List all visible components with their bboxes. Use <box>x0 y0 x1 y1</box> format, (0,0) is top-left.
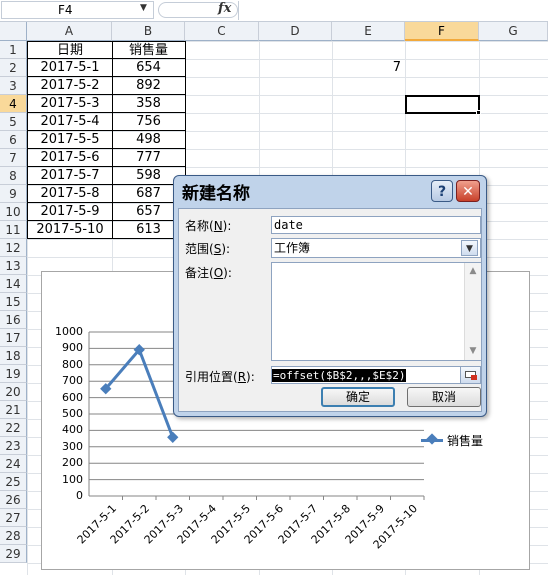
name-input[interactable]: date <box>271 216 481 234</box>
name-label: 名称(N): <box>185 219 232 233</box>
y-tick-label: 900 <box>62 341 83 355</box>
dialog-title: 新建名称 <box>182 184 250 204</box>
dialog-body: 名称(N): date 范围(S): 工作簿 ▼ 备注(O): ▲ ▼ 引用位置… <box>178 208 482 412</box>
scroll-down-icon[interactable]: ▼ <box>465 343 481 359</box>
scroll-up-icon[interactable]: ▲ <box>465 263 481 279</box>
scope-select[interactable]: 工作簿 ▼ <box>271 238 481 258</box>
y-tick-label: 600 <box>62 390 83 404</box>
comment-textarea[interactable]: ▲ ▼ <box>271 262 481 361</box>
data-point <box>167 431 179 443</box>
scope-value: 工作簿 <box>274 241 311 255</box>
collapse-dialog-button[interactable] <box>460 366 481 384</box>
y-tick-label: 200 <box>62 456 83 470</box>
y-tick-label: 800 <box>62 357 83 371</box>
y-tick-label: 400 <box>62 423 83 437</box>
scope-label: 范围(S): <box>185 242 231 256</box>
range-select-icon-arrow <box>471 375 477 380</box>
new-name-dialog: 新建名称 ? ✕ 名称(N): date 范围(S): 工作簿 ▼ 备注(O):… <box>173 175 487 417</box>
comment-label: 备注(O): <box>185 266 232 280</box>
y-tick-label: 0 <box>76 489 83 502</box>
ref-label: 引用位置(R): <box>185 370 255 384</box>
comment-scrollbar[interactable]: ▲ ▼ <box>464 263 481 360</box>
ok-button[interactable]: 确定 <box>321 387 395 407</box>
series-line <box>104 346 175 438</box>
y-tick-label: 100 <box>62 472 83 486</box>
legend-label[interactable]: 销售量 <box>447 432 483 449</box>
chevron-down-icon[interactable]: ▼ <box>461 240 478 256</box>
refers-to-value: =offset($B$2,,,$E$2) <box>272 369 407 382</box>
y-tick-label: 700 <box>62 374 83 388</box>
help-icon[interactable]: ? <box>431 180 453 202</box>
y-tick-label: 1000 <box>55 325 83 338</box>
refers-to-input[interactable]: =offset($B$2,,,$E$2) <box>271 366 461 384</box>
y-tick-label: 500 <box>62 407 83 420</box>
cancel-button[interactable]: 取消 <box>407 387 481 407</box>
close-icon[interactable]: ✕ <box>456 180 480 202</box>
y-tick-label: 300 <box>62 439 83 453</box>
